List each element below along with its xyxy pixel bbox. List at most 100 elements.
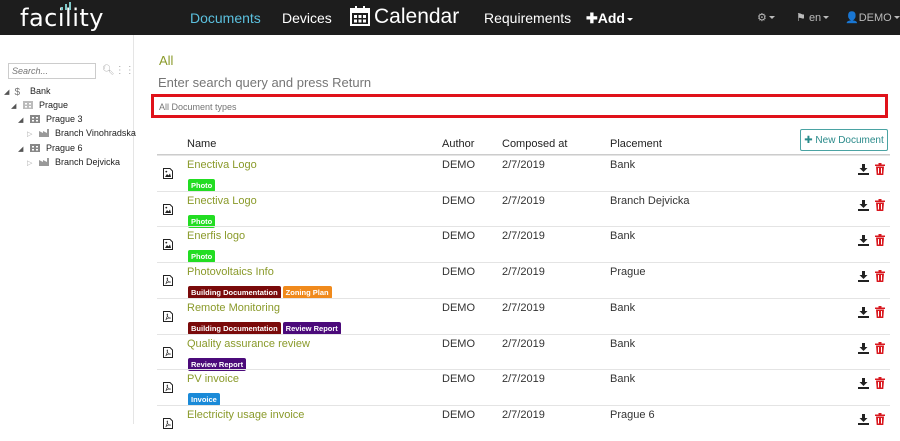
dollar-icon: $ <box>14 87 21 98</box>
table-row: Electricity usage invoice DEMO 2/7/2019 Pra… <box>157 404 890 441</box>
tree-node-prague[interactable]: ◢ Prague <box>11 100 68 110</box>
image-file-icon <box>163 237 173 251</box>
new-document-button[interactable]: ✚ New Document <box>800 129 888 151</box>
document-author: DEMO <box>442 408 475 421</box>
tree-node-prague-6[interactable]: ◢ Prague 6 <box>18 143 83 153</box>
caret-down-icon <box>626 18 633 21</box>
caret-down-icon <box>823 16 830 19</box>
nav-calendar[interactable]: Calendar <box>350 5 459 29</box>
download-icon[interactable] <box>858 305 869 318</box>
nav-documents[interactable]: Documents <box>190 10 261 26</box>
table-row: Photovoltaics Info Building Documentation… <box>157 262 890 300</box>
new-document-label: New Document <box>815 134 884 146</box>
calendar-icon <box>350 6 370 26</box>
expand-arrow-icon[interactable]: ▷ <box>27 159 35 167</box>
nav-calendar-label: Calendar <box>374 5 460 28</box>
document-types-select[interactable] <box>151 94 888 118</box>
document-placement: Branch Dejvicka <box>610 194 690 207</box>
document-name-link[interactable]: PV invoice <box>187 373 239 385</box>
tree-node-branch-dejvicka[interactable]: ▷ Branch Dejvicka <box>27 157 120 167</box>
user-menu[interactable]: 👤DEMO <box>845 11 900 24</box>
tree-node-prague-3[interactable]: ◢ Prague 3 <box>18 114 83 124</box>
document-name-link[interactable]: Enectiva Logo <box>187 159 257 171</box>
trash-icon[interactable] <box>875 341 885 354</box>
document-name-link[interactable]: Photovoltaics Info <box>187 266 274 278</box>
flag-icon: ⚑ <box>796 12 806 24</box>
settings-menu[interactable]: ⚙ <box>757 11 775 24</box>
trash-icon[interactable] <box>875 412 885 425</box>
document-composed-at: 2/7/2019 <box>502 194 545 207</box>
tree-node-label: Branch Dejvicka <box>55 157 121 167</box>
document-placement: Bank <box>610 230 636 243</box>
column-header-composed[interactable]: Composed at <box>502 138 567 150</box>
user-icon: 👤 <box>845 12 859 24</box>
building-icon <box>29 115 40 123</box>
app-logo[interactable]: facility <box>20 2 104 32</box>
download-icon[interactable] <box>858 162 869 175</box>
document-name-link[interactable]: Electricity usage invoice <box>187 409 304 421</box>
collapse-arrow-icon[interactable]: ◢ <box>4 88 12 96</box>
document-composed-at: 2/7/2019 <box>502 301 545 314</box>
document-author: DEMO <box>442 230 475 243</box>
document-name-link[interactable]: Enerfis logo <box>187 230 245 242</box>
tree-node-branch-vinohradska[interactable]: ▷ Branch Vinohradska <box>27 128 136 138</box>
document-name-link[interactable]: Quality assurance review <box>187 338 310 350</box>
tree-search-input[interactable] <box>8 63 96 79</box>
collapse-arrow-icon[interactable]: ◢ <box>18 116 26 124</box>
column-header-author[interactable]: Author <box>442 138 474 150</box>
collapse-arrow-icon[interactable]: ◢ <box>18 145 26 153</box>
pdf-file-icon <box>163 309 173 322</box>
download-icon[interactable] <box>858 376 869 390</box>
search-icon[interactable]: 🔍︎ <box>102 65 115 76</box>
tree-tools: 🔍︎⋮⋮ <box>102 65 135 76</box>
trash-icon[interactable] <box>875 376 885 390</box>
nav-requirements[interactable]: Requirements <box>484 10 571 26</box>
document-types-input[interactable] <box>154 98 885 116</box>
language-menu[interactable]: ⚑ en <box>796 11 830 24</box>
document-author: DEMO <box>442 337 475 350</box>
document-author: DEMO <box>442 159 475 171</box>
filter-all-link[interactable]: All <box>159 53 173 68</box>
table-row: PV invoice Invoice DEMO 2/7/2019 Bank <box>157 369 890 407</box>
main-content: All ✚ New Document Name Author Composed … <box>134 35 900 429</box>
caret-down-icon <box>893 16 900 19</box>
pdf-file-icon <box>163 416 173 429</box>
document-author: DEMO <box>442 301 475 314</box>
document-composed-at: 2/7/2019 <box>502 159 545 171</box>
trash-icon[interactable] <box>875 198 885 211</box>
trash-icon[interactable] <box>875 233 885 247</box>
document-search-input[interactable] <box>158 75 878 90</box>
tree-expand-icon[interactable]: ⋮ <box>115 65 125 76</box>
trash-icon[interactable] <box>875 305 885 318</box>
document-placement: Bank <box>610 373 636 386</box>
nav-devices[interactable]: Devices <box>282 10 332 26</box>
trash-icon[interactable] <box>875 269 885 283</box>
expand-arrow-icon[interactable]: ▷ <box>27 130 35 138</box>
document-author: DEMO <box>442 194 475 207</box>
trash-icon[interactable] <box>875 162 885 175</box>
table-row: Quality assurance review Review Report DEM… <box>157 333 890 371</box>
document-composed-at: 2/7/2019 <box>502 337 545 350</box>
download-icon[interactable] <box>858 269 869 283</box>
nav-add[interactable]: ✚Add <box>586 10 633 27</box>
collapse-arrow-icon[interactable]: ◢ <box>11 102 19 110</box>
download-icon[interactable] <box>858 412 869 425</box>
table-row: Enerfis logo Photo DEMO 2/7/2019 Bank <box>157 226 890 264</box>
download-icon[interactable] <box>858 233 869 247</box>
tree-node-label: Branch Vinohradska <box>55 128 136 138</box>
column-header-name[interactable]: Name <box>187 138 216 150</box>
column-header-placement[interactable]: Placement <box>610 138 662 150</box>
factory-icon <box>38 129 49 137</box>
sidebar: 🔍︎⋮⋮ ◢ $ Bank ◢ Prague ◢ Prague 3 ▷ Bran… <box>0 35 136 424</box>
document-name-link[interactable]: Enectiva Logo <box>187 195 257 207</box>
document-composed-at: 2/7/2019 <box>502 266 545 279</box>
plus-icon: ✚ <box>586 10 598 26</box>
download-icon[interactable] <box>858 198 869 211</box>
tree-node-bank[interactable]: ◢ $ Bank <box>4 86 51 98</box>
document-author: DEMO <box>442 373 475 386</box>
user-label: DEMO <box>858 12 892 24</box>
download-icon[interactable] <box>858 341 869 354</box>
document-name-link[interactable]: Remote Monitoring <box>187 302 280 314</box>
table-row: Enectiva Logo Photo DEMO 2/7/2019 Bank <box>157 155 890 192</box>
document-placement: Bank <box>610 301 636 314</box>
